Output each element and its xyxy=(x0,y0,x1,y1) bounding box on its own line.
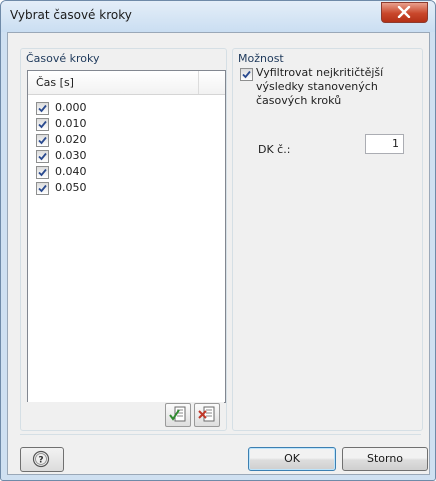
time-step-label: 0.040 xyxy=(55,165,87,178)
time-column-header[interactable]: Čas [s] xyxy=(28,71,199,94)
window-title: Vybrat časové kroky xyxy=(10,8,132,22)
select-all-button[interactable] xyxy=(165,403,191,427)
filter-checkbox-label: Vyfiltrovat nejkritičtější výsledky stan… xyxy=(256,66,384,107)
close-icon xyxy=(397,6,411,18)
time-step-checkbox[interactable] xyxy=(36,102,49,115)
checkmark-icon xyxy=(38,152,47,161)
list-item[interactable]: 0.040 xyxy=(36,164,206,181)
uncheck-all-icon xyxy=(198,406,215,422)
dk-number-input[interactable]: 1 xyxy=(365,134,404,154)
time-step-checkbox[interactable] xyxy=(36,182,49,195)
help-button[interactable]: ? xyxy=(20,447,64,472)
time-steps-group-title: Časové kroky xyxy=(24,52,102,65)
checkmark-icon xyxy=(38,136,47,145)
list-toolbar xyxy=(27,402,224,427)
filter-checkbox[interactable] xyxy=(240,68,253,81)
time-step-checkbox[interactable] xyxy=(36,150,49,163)
list-header: Čas [s] xyxy=(28,71,225,95)
checkmark-icon xyxy=(38,104,47,113)
list-item[interactable]: 0.030 xyxy=(36,148,206,165)
time-step-label: 0.020 xyxy=(55,133,87,146)
time-column-header-label: Čas [s] xyxy=(36,76,74,89)
deselect-all-button[interactable] xyxy=(194,403,220,427)
footer-separator xyxy=(20,434,421,435)
time-step-checkbox[interactable] xyxy=(36,166,49,179)
ok-button[interactable]: OK xyxy=(248,447,336,471)
time-step-label: 0.000 xyxy=(55,101,87,114)
time-step-label: 0.050 xyxy=(55,181,87,194)
checkmark-icon xyxy=(242,70,251,79)
list-item[interactable]: 0.000 xyxy=(36,100,206,117)
checkmark-icon xyxy=(38,168,47,177)
dk-number-label: DK č.: xyxy=(258,143,291,156)
checkmark-icon xyxy=(38,184,47,193)
help-icon: ? xyxy=(32,450,50,468)
time-step-checkbox[interactable] xyxy=(36,134,49,147)
check-all-icon xyxy=(169,406,186,422)
time-steps-list[interactable]: Čas [s] 0.000 0.010 0.020 0.030 0.040 0.050 xyxy=(27,70,226,403)
list-item[interactable]: 0.010 xyxy=(36,116,206,133)
list-item[interactable]: 0.020 xyxy=(36,132,206,149)
title-bar[interactable]: Vybrat časové kroky xyxy=(1,1,435,32)
close-button[interactable] xyxy=(381,2,428,23)
time-step-label: 0.030 xyxy=(55,149,87,162)
cancel-button[interactable]: Storno xyxy=(342,447,428,471)
time-step-checkbox[interactable] xyxy=(36,118,49,131)
option-group-title: Možnost xyxy=(236,52,286,65)
checkmark-icon xyxy=(38,120,47,129)
time-step-label: 0.010 xyxy=(55,117,87,130)
list-item[interactable]: 0.050 xyxy=(36,180,206,197)
svg-text:?: ? xyxy=(38,456,43,466)
